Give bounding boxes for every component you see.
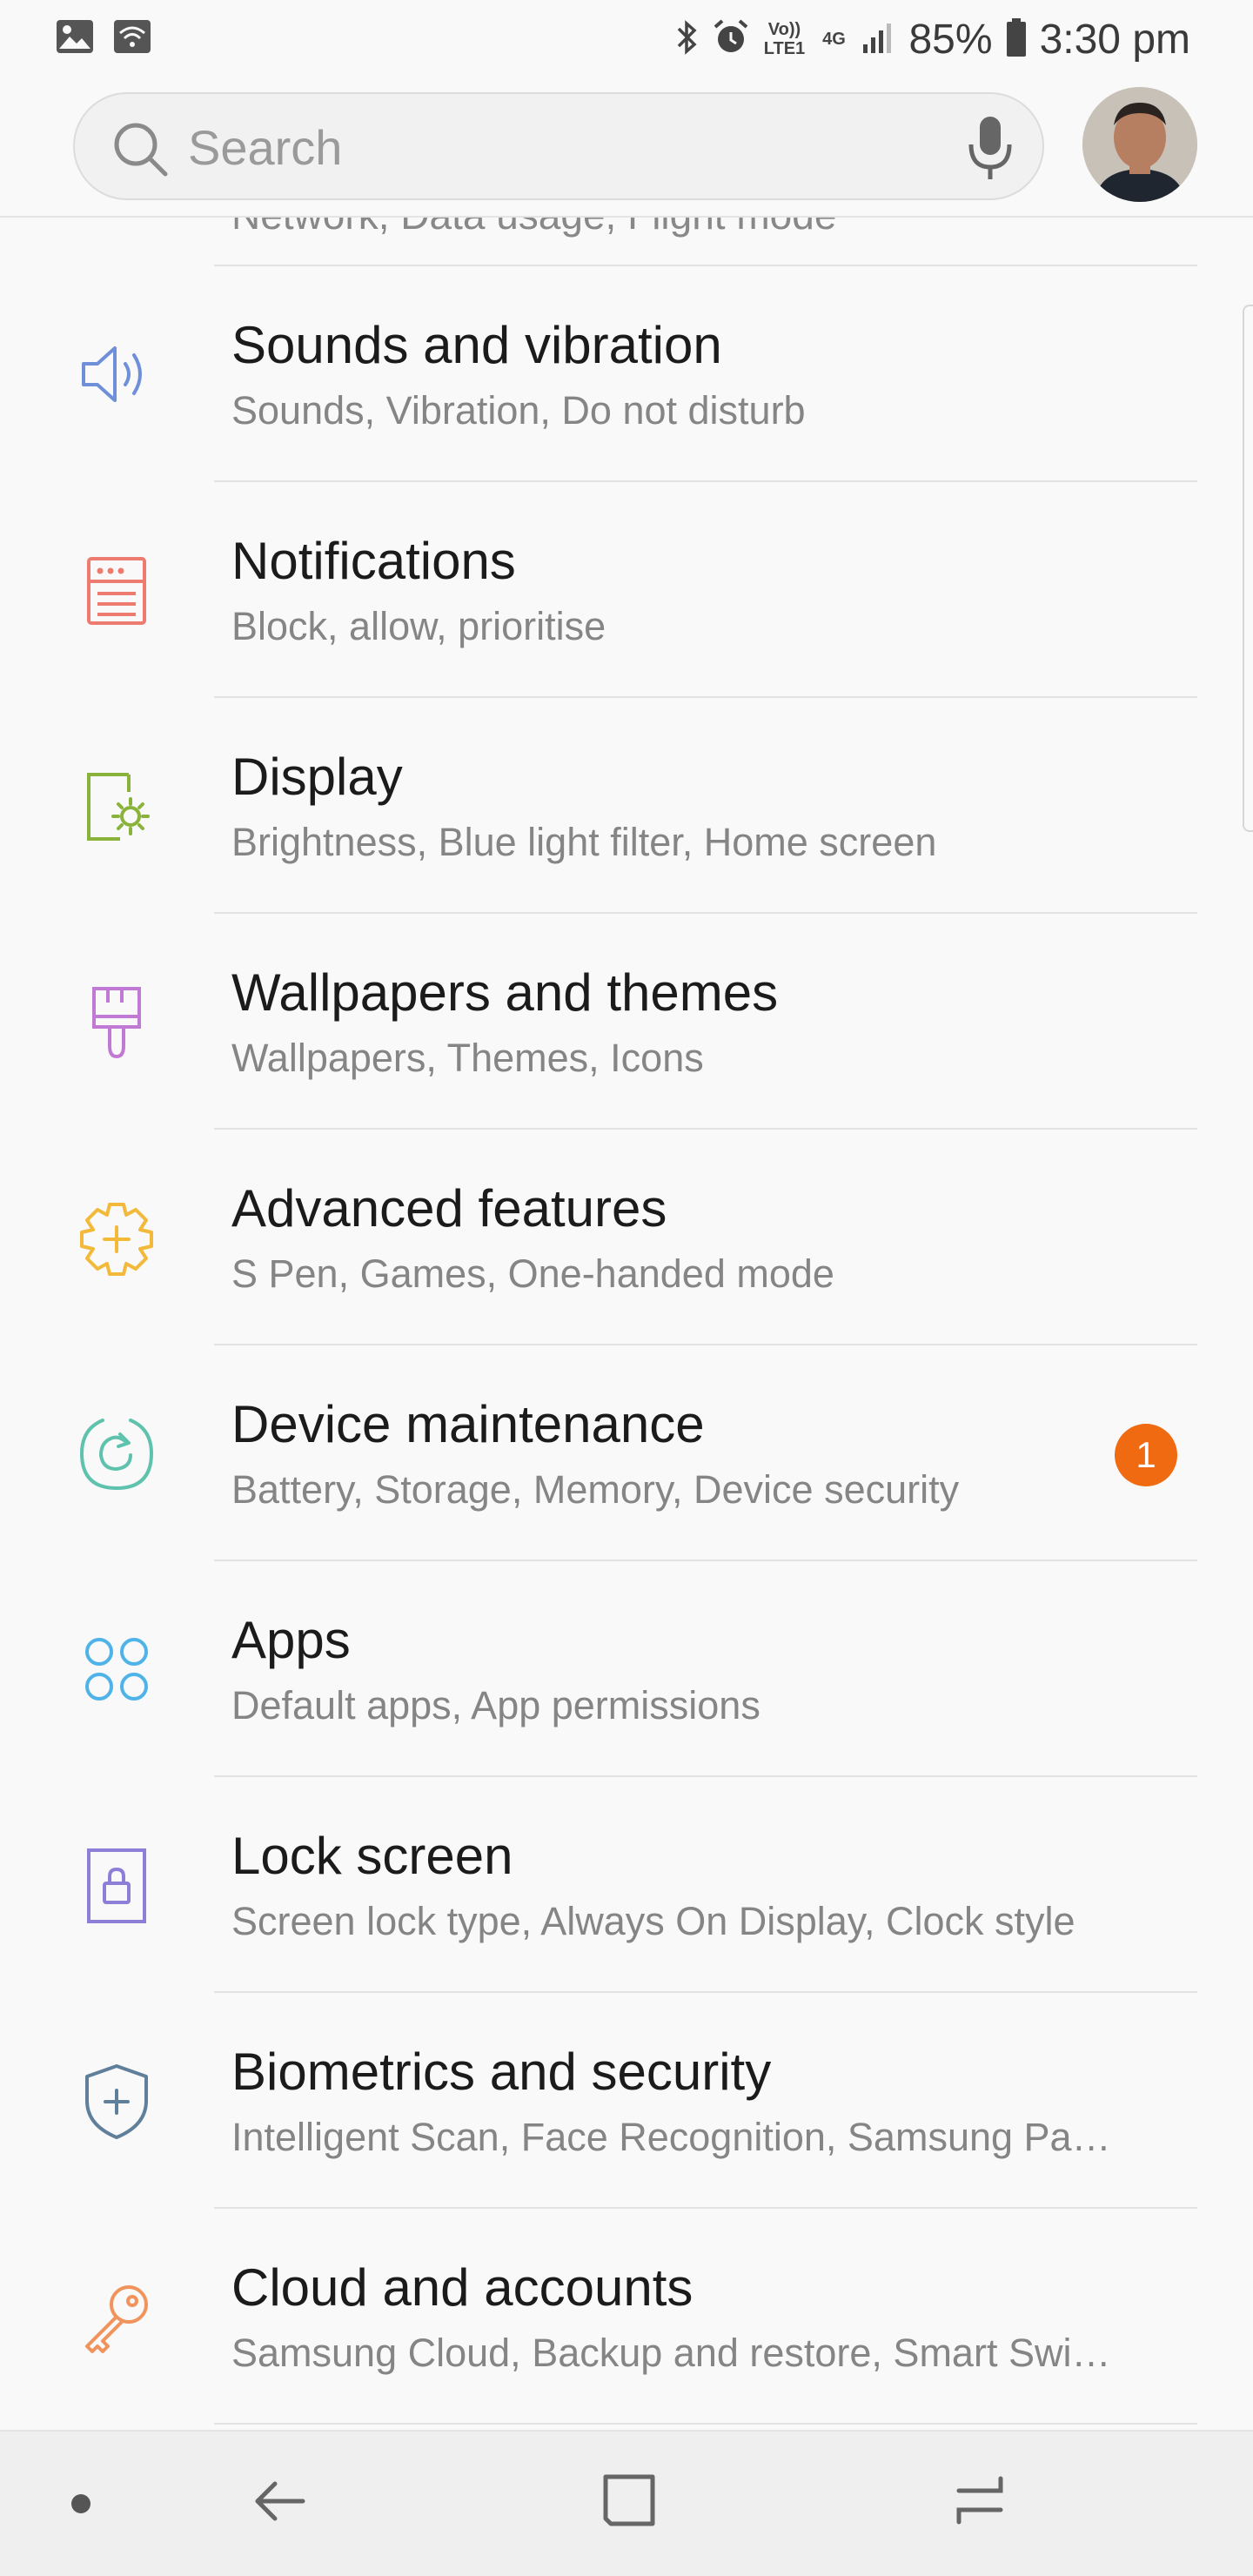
- setting-display[interactable]: Display Brightness, Blue light filter, H…: [0, 698, 1253, 914]
- search-input[interactable]: [186, 113, 938, 181]
- setting-biometrics-and-security[interactable]: Biometrics and security Intelligent Scan…: [0, 1993, 1253, 2209]
- speaker-icon: [82, 346, 142, 402]
- status-bar: Vo)) LTE1 4G 85% 3:30 pm: [0, 0, 1253, 75]
- shield-plus-icon: [85, 2064, 148, 2139]
- bluetooth-icon: [675, 18, 700, 61]
- setting-subtitle: Intelligent Scan, Face Recognition, Sams…: [231, 2115, 1111, 2159]
- partially-hidden-subtitle: Network, Data usage, Flight mode: [231, 218, 836, 238]
- setting-sounds-and-vibration[interactable]: Sounds and vibration Sounds, Vibration, …: [0, 266, 1253, 482]
- setting-title: Display: [231, 748, 403, 806]
- divider: [214, 2423, 1197, 2425]
- key-icon: [85, 2285, 148, 2353]
- microphone-icon[interactable]: [959, 115, 1022, 181]
- setting-subtitle: Block, allow, prioritise: [231, 604, 606, 648]
- setting-subtitle: Battery, Storage, Memory, Device securit…: [231, 1467, 960, 1512]
- search-bar[interactable]: [73, 92, 1044, 200]
- apps-grid-icon: [85, 1638, 148, 1701]
- gallery-notification-icon: [56, 19, 94, 58]
- search-header: [0, 75, 1253, 218]
- display-brightness-icon: [87, 773, 150, 841]
- setting-subtitle: S Pen, Games, One-handed mode: [231, 1251, 834, 1296]
- gear-plus-icon: [80, 1203, 153, 1276]
- setting-title: Wallpapers and themes: [231, 963, 779, 1022]
- back-icon[interactable]: [249, 2472, 310, 2532]
- setting-title: Device maintenance: [231, 1395, 705, 1453]
- setting-advanced-features[interactable]: Advanced features S Pen, Games, One-hand…: [0, 1130, 1253, 1345]
- setting-title: Cloud and accounts: [231, 2258, 694, 2317]
- signal-icon: [861, 20, 896, 59]
- setting-subtitle: Default apps, App permissions: [231, 1683, 761, 1727]
- profile-avatar[interactable]: [1082, 87, 1197, 202]
- setting-title: Apps: [231, 1611, 351, 1669]
- partially-hidden-setting-row[interactable]: Network, Data usage, Flight mode: [0, 218, 1253, 266]
- setting-cloud-and-accounts[interactable]: Cloud and accounts Samsung Cloud, Backup…: [0, 2209, 1253, 2425]
- scrollbar[interactable]: [1243, 305, 1253, 832]
- battery-icon: [1005, 17, 1028, 62]
- notification-badge: 1: [1115, 1424, 1177, 1486]
- setting-title: Notifications: [231, 532, 516, 590]
- setting-subtitle: Screen lock type, Always On Display, Clo…: [231, 1899, 1075, 1943]
- clock: 3:30 pm: [1039, 16, 1190, 63]
- paintbrush-icon: [92, 987, 141, 1059]
- search-icon: [114, 123, 168, 177]
- wifi-notification-icon: [113, 19, 151, 58]
- volte-indicator: Vo)) LTE1: [763, 20, 806, 58]
- setting-title: Advanced features: [231, 1179, 667, 1238]
- setting-title: Lock screen: [231, 1827, 513, 1885]
- navigation-bar: [0, 2430, 1253, 2576]
- recent-apps-icon[interactable]: [947, 2470, 1013, 2531]
- network-type-indicator: 4G: [822, 30, 846, 49]
- setting-wallpapers-and-themes[interactable]: Wallpapers and themes Wallpapers, Themes…: [0, 914, 1253, 1130]
- hide-navbar-dot[interactable]: [71, 2494, 90, 2513]
- home-icon[interactable]: [599, 2470, 660, 2531]
- setting-subtitle: Samsung Cloud, Backup and restore, Smart…: [231, 2331, 1111, 2375]
- battery-percent: 85%: [908, 16, 993, 63]
- setting-subtitle: Wallpapers, Themes, Icons: [231, 1036, 704, 1080]
- setting-title: Sounds and vibration: [231, 316, 722, 374]
- setting-notifications[interactable]: Notifications Block, allow, prioritise: [0, 482, 1253, 698]
- lock-icon: [87, 1848, 146, 1923]
- setting-device-maintenance[interactable]: Device maintenance Battery, Storage, Mem…: [0, 1345, 1253, 1561]
- notifications-icon: [87, 557, 146, 625]
- refresh-circle-icon: [79, 1419, 154, 1491]
- setting-subtitle: Brightness, Blue light filter, Home scre…: [231, 820, 937, 864]
- setting-subtitle: Sounds, Vibration, Do not disturb: [231, 388, 806, 433]
- setting-title: Biometrics and security: [231, 2043, 772, 2101]
- setting-lock-screen[interactable]: Lock screen Screen lock type, Always On …: [0, 1777, 1253, 1993]
- setting-apps[interactable]: Apps Default apps, App permissions: [0, 1561, 1253, 1777]
- alarm-icon: [712, 18, 750, 61]
